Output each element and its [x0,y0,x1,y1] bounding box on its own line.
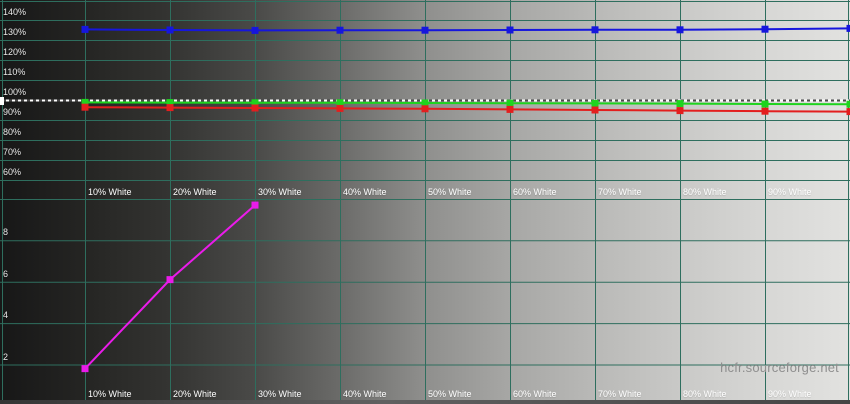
gridlines [0,0,850,401]
y-tick-label: 70% [3,147,22,157]
y-tick-label: 140% [3,7,27,17]
series-red-marker [251,104,259,112]
series-green-marker [506,99,514,107]
series-blue-marker [166,26,174,34]
y-tick-label: 90% [3,107,22,117]
series-green-marker [591,99,599,107]
y-tick-label: 130% [3,27,27,37]
x-tick-label: 70% White [598,389,642,399]
series-red [81,103,850,116]
x-tick-label: 60% White [513,187,557,197]
ref-100-edge-marker [0,97,4,105]
x-tick-label: 40% White [343,187,387,197]
series-blue-marker [336,26,344,34]
series-green-marker [846,100,850,108]
series-red-marker [166,104,174,112]
series-red-marker [421,105,429,113]
x-tick-label: 10% White [88,389,132,399]
series-blue-marker [591,26,599,34]
series-magenta-marker [81,365,89,373]
x-tick-label: 50% White [428,389,472,399]
series-magenta-marker [251,201,259,209]
plot-canvas [0,0,850,401]
series-red-marker [676,107,684,115]
series-red-marker [591,106,599,114]
series-blue-marker [81,25,89,33]
y-tick-label: 8 [3,227,9,238]
series-blue-marker [676,26,684,34]
x-tick-label: 60% White [513,389,557,399]
series-green-line [84,101,850,106]
series-green-marker [676,100,684,108]
series-red-marker [81,103,89,111]
window-bottom-edge [0,400,850,404]
y-tick-label: 4 [3,310,9,321]
series-magenta-marker [166,276,174,284]
x-tick-label: 80% White [683,389,727,399]
x-tick-label: 20% White [173,187,217,197]
y-tick-label: 60% [3,167,22,177]
x-tick-label: 40% White [343,389,387,399]
series-green-marker [761,100,769,108]
series-blue [81,24,850,34]
series-red-marker [761,107,769,115]
x-tick-label: 20% White [173,389,217,399]
series-red-line [84,106,850,113]
x-tick-label: 70% White [598,187,642,197]
x-tick-label: 90% White [768,187,812,197]
series-blue-marker [506,26,514,34]
x-tick-label: 90% White [768,389,812,399]
x-tick-label: 30% White [258,389,302,399]
series-blue-marker [251,26,259,34]
y-tick-label: 120% [3,47,27,57]
series-blue-marker [846,24,850,32]
x-tick-label: 80% White [683,187,727,197]
series-red-marker [846,108,850,116]
y-tick-label: 2 [3,351,9,362]
y-tick-label: 6 [3,268,9,279]
y-tick-label: 100% [3,87,27,97]
watermark: hcfr.sourceforge.net [720,360,839,375]
series-red-marker [506,105,514,113]
series-red-marker [336,104,344,112]
x-tick-label: 50% White [428,187,472,197]
y-tick-label: 110% [3,67,26,77]
x-tick-label: 30% White [258,187,302,197]
series-blue-marker [761,25,769,33]
hcfr-rgb-levels-chart: 140% 130% 120% 110% 100% 90% 80% 70% 60% 8 6 4 2 10% … [0,0,850,404]
series-blue-marker [421,26,429,34]
x-tick-label: 10% White [88,187,132,197]
y-tick-label: 80% [3,127,22,137]
series-blue-line [84,27,850,32]
